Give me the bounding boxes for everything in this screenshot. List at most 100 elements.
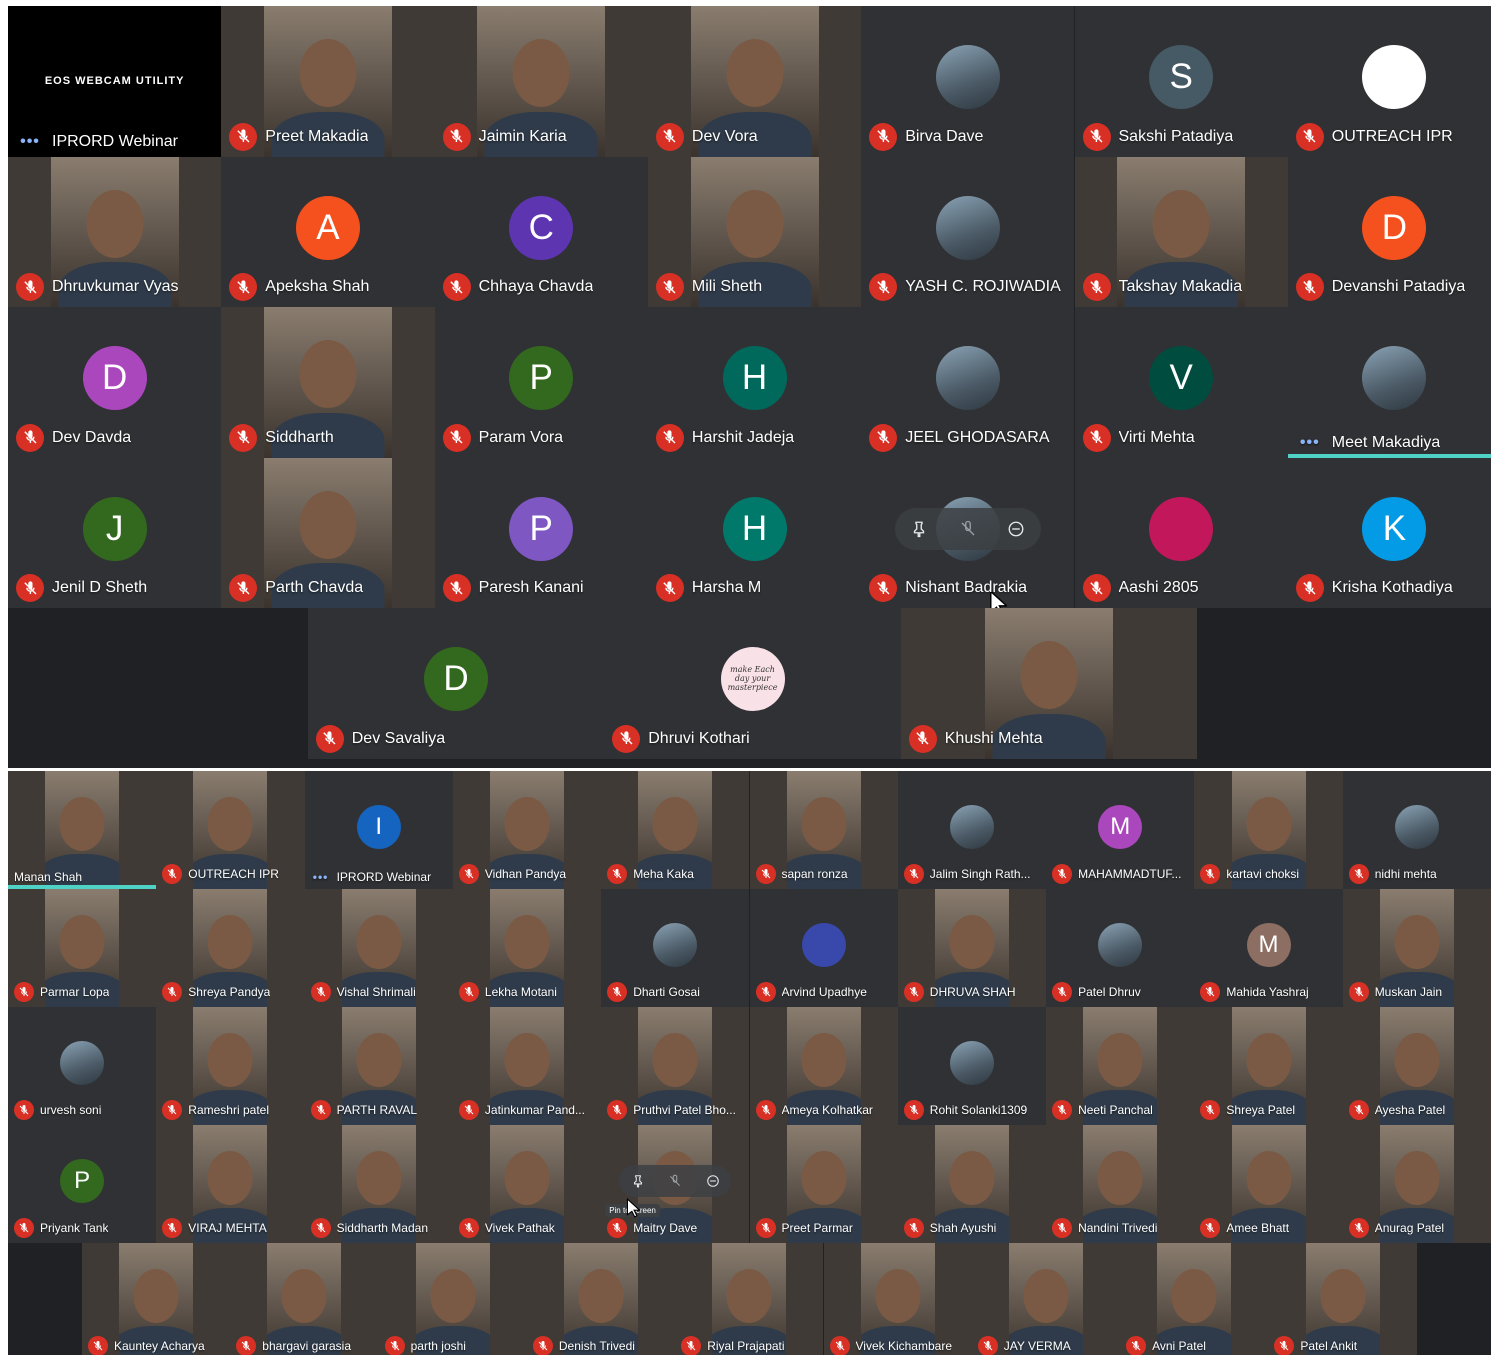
mute-icon[interactable]: [959, 520, 977, 538]
mic-off-icon[interactable]: [458, 1218, 479, 1238]
mic-off-icon[interactable]: [1052, 982, 1073, 1002]
mic-off-icon[interactable]: [310, 1100, 331, 1120]
participant-tile[interactable]: VIRAJ MEHTA: [156, 1125, 305, 1243]
participant-tile[interactable]: Mili Sheth: [647, 156, 862, 307]
participant-tile[interactable]: P Paresh Kanani: [434, 457, 648, 608]
mic-off-icon[interactable]: [607, 982, 628, 1002]
mic-off-icon[interactable]: [977, 1336, 998, 1355]
participant-tile[interactable]: Vidhan Pandya: [452, 771, 602, 889]
participant-tile[interactable]: urvesh soni: [8, 1007, 157, 1125]
participant-tile[interactable]: Denish Trivedi: [526, 1243, 676, 1355]
mic-off-icon[interactable]: [1052, 1218, 1073, 1238]
participant-tile[interactable]: Manan Shah: [8, 771, 157, 889]
participant-tile[interactable]: Siddharth: [221, 307, 435, 458]
participant-tile[interactable]: sapan ronza: [749, 771, 898, 889]
mic-off-icon[interactable]: [1200, 864, 1221, 884]
mic-off-icon[interactable]: [442, 273, 471, 301]
participant-tile[interactable]: JEEL GHODASARA: [861, 307, 1075, 458]
participant-tile[interactable]: ••• Meet Makadiya: [1287, 307, 1491, 458]
mic-off-icon[interactable]: [310, 982, 331, 1002]
mic-off-icon[interactable]: [655, 574, 684, 602]
mic-off-icon[interactable]: [908, 724, 937, 753]
participant-tile[interactable]: H Harsha M: [647, 457, 862, 608]
mic-off-icon[interactable]: [236, 1336, 257, 1355]
mic-off-icon[interactable]: [607, 1218, 628, 1238]
mic-off-icon[interactable]: [755, 1218, 776, 1238]
participant-tile[interactable]: DHRUVA SHAH: [897, 889, 1047, 1007]
mic-off-icon[interactable]: [1295, 574, 1324, 602]
mic-off-icon[interactable]: [655, 273, 684, 301]
mic-off-icon[interactable]: [88, 1336, 108, 1355]
participant-tile[interactable]: Rohit Solanki1309: [897, 1007, 1047, 1125]
participant-tile[interactable]: EOS WEBCAM UTILITY ••• IPRORD Webinar: [8, 6, 222, 157]
mic-off-icon[interactable]: [315, 724, 344, 753]
participant-tile[interactable]: Khushi Mehta: [900, 608, 1198, 759]
more-dots-icon[interactable]: •••: [16, 133, 44, 151]
participant-tile[interactable]: Lekha Motani: [452, 889, 602, 1007]
participant-tile[interactable]: Amee Bhatt: [1194, 1125, 1343, 1243]
participant-tile[interactable]: Shreya Pandya: [156, 889, 305, 1007]
remove-icon[interactable]: [1007, 520, 1025, 538]
participant-tile[interactable]: H Harshit Jadeja: [647, 307, 862, 458]
mic-off-icon[interactable]: [655, 122, 684, 151]
mic-off-icon[interactable]: [869, 423, 898, 452]
participant-tile[interactable]: V Virti Mehta: [1074, 307, 1288, 458]
participant-tile[interactable]: D Devanshi Patadiya: [1287, 156, 1491, 307]
tile-hover-controls[interactable]: [894, 507, 1041, 550]
remove-icon[interactable]: [706, 1174, 720, 1188]
mic-off-icon[interactable]: [442, 122, 471, 151]
mic-off-icon[interactable]: [16, 574, 44, 602]
participant-tile[interactable]: M MAHAMMADTUF...: [1046, 771, 1195, 889]
more-dots-icon[interactable]: •••: [1296, 434, 1324, 452]
mic-off-icon[interactable]: [310, 1218, 331, 1238]
mic-off-icon[interactable]: [1082, 574, 1111, 602]
participant-tile[interactable]: Parmar Lopa: [8, 889, 157, 1007]
participant-tile[interactable]: Meha Kaka: [601, 771, 750, 889]
mic-off-icon[interactable]: [681, 1336, 702, 1355]
mic-off-icon[interactable]: [829, 1336, 850, 1355]
mic-off-icon[interactable]: [458, 982, 479, 1002]
participant-tile[interactable]: Jalim Singh Rath...: [897, 771, 1047, 889]
participant-tile[interactable]: D Dev Davda: [8, 307, 222, 458]
participant-tile[interactable]: OUTREACH IPR: [156, 771, 305, 889]
mic-off-icon[interactable]: [755, 1100, 776, 1120]
participant-tile[interactable]: Anurag Patel: [1342, 1125, 1491, 1243]
mic-off-icon[interactable]: [16, 423, 44, 452]
mic-off-icon[interactable]: [162, 1218, 183, 1238]
mic-off-icon[interactable]: [532, 1336, 553, 1355]
participant-tile[interactable]: Parth Chavda: [221, 457, 435, 608]
mic-off-icon[interactable]: [229, 273, 258, 301]
participant-tile[interactable]: OUTREACH IPR: [1287, 6, 1491, 157]
mic-off-icon[interactable]: [1052, 1100, 1073, 1120]
participant-tile[interactable]: C Chhaya Chavda: [434, 156, 648, 307]
mic-off-icon[interactable]: [229, 423, 258, 452]
participant-tile[interactable]: Muskan Jain: [1342, 889, 1491, 1007]
mic-off-icon[interactable]: [607, 1100, 628, 1120]
participant-tile[interactable]: K Krisha Kothadiya: [1287, 457, 1491, 608]
mic-off-icon[interactable]: [1126, 1336, 1147, 1355]
participant-tile[interactable]: Neeti Panchal: [1046, 1007, 1195, 1125]
participant-tile[interactable]: JAY VERMA: [971, 1243, 1121, 1355]
more-dots-icon[interactable]: •••: [311, 870, 331, 884]
pin-icon[interactable]: [910, 520, 928, 538]
participant-tile[interactable]: nidhi mehta: [1342, 771, 1491, 889]
participant-tile[interactable]: Nishant Badrakia: [861, 457, 1075, 608]
mic-off-icon[interactable]: [14, 1100, 34, 1120]
mic-off-icon[interactable]: [162, 982, 183, 1002]
mute-icon[interactable]: [668, 1174, 682, 1188]
participant-tile[interactable]: Siddharth Madan: [304, 1125, 453, 1243]
participant-tile[interactable]: Avni Patel: [1120, 1243, 1269, 1355]
participant-tile[interactable]: I ••• IPRORD Webinar: [304, 771, 453, 889]
participant-tile[interactable]: Kauntey Acharya: [82, 1243, 231, 1355]
participant-tile[interactable]: Ameya Kolhatkar: [749, 1007, 898, 1125]
participant-tile[interactable]: PARTH RAVAL: [304, 1007, 453, 1125]
participant-tile[interactable]: YASH C. ROJIWADIA: [861, 156, 1075, 307]
participant-tile[interactable]: Vishal Shrimali: [304, 889, 453, 1007]
mic-off-icon[interactable]: [1348, 1218, 1369, 1238]
participant-tile[interactable]: Preet Parmar: [749, 1125, 898, 1243]
mic-off-icon[interactable]: [1200, 982, 1221, 1002]
mic-off-icon[interactable]: [755, 864, 776, 884]
participant-tile[interactable]: Patel Dhruv: [1046, 889, 1195, 1007]
participant-tile[interactable]: Rameshri patel: [156, 1007, 305, 1125]
mic-off-icon[interactable]: [755, 982, 776, 1002]
